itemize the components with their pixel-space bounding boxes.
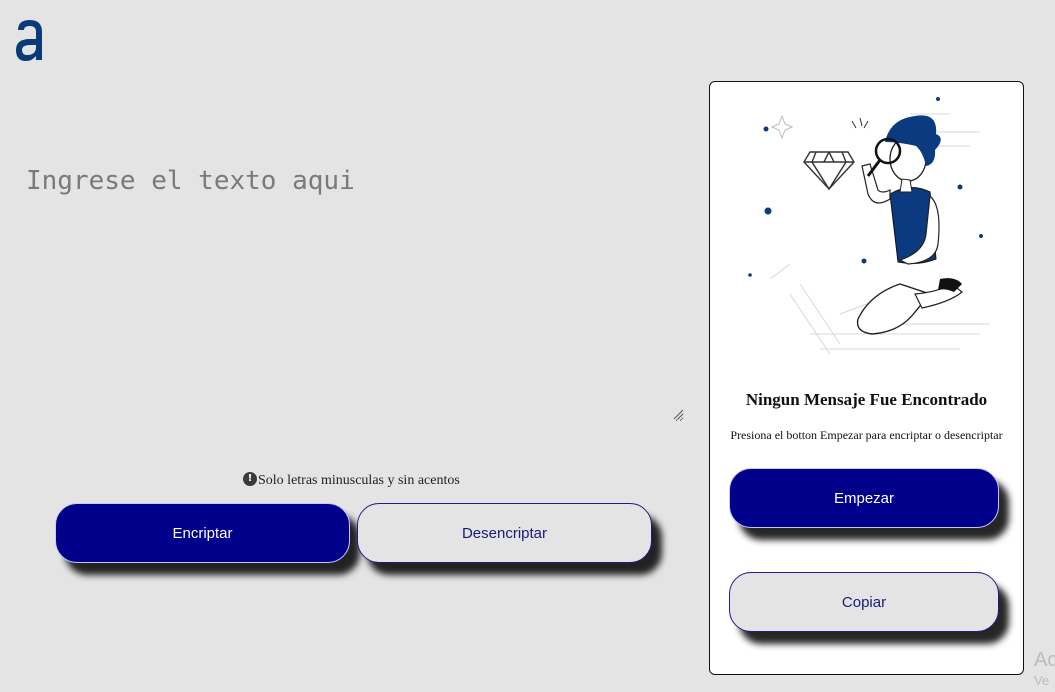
result-subtitle: Presiona el botton Empezar para encripta… bbox=[730, 428, 1003, 442]
hint-text: Solo letras minusculas y sin acentos bbox=[258, 473, 460, 488]
activation-watermark: Ac Ve bbox=[1034, 650, 1055, 687]
brand-logo-icon bbox=[16, 20, 42, 61]
copy-button[interactable]: Copiar bbox=[729, 572, 999, 632]
encrypt-button[interactable]: Encriptar bbox=[55, 503, 350, 563]
start-button[interactable]: Empezar bbox=[729, 468, 999, 528]
resize-grip-icon[interactable] bbox=[672, 408, 684, 420]
decrypt-button[interactable]: Desencriptar bbox=[357, 503, 652, 563]
watermark-line-1: Ac bbox=[1034, 649, 1055, 671]
message-input[interactable] bbox=[20, 160, 684, 422]
result-title: Ningun Mensaje Fue Encontrado bbox=[745, 390, 988, 409]
input-hint: ! Solo letras minusculas y sin acentos bbox=[243, 472, 460, 490]
watermark-line-2: Ve bbox=[1034, 673, 1050, 688]
person-with-magnifier-illustration bbox=[748, 97, 990, 355]
exclamation-circle-icon: ! bbox=[243, 472, 257, 486]
